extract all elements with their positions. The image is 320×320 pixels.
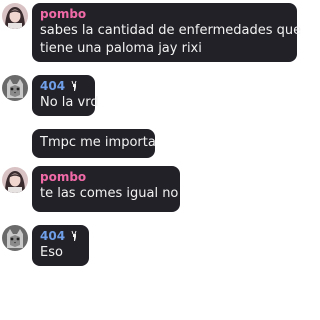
message-text: No la vrd	[40, 95, 99, 110]
cat-avatar-icon	[2, 75, 28, 101]
404-avatar[interactable]	[2, 225, 28, 251]
message-bubble[interactable]: Tmpc me importa	[32, 129, 156, 158]
pombo-avatar[interactable]	[2, 167, 28, 193]
username-404[interactable]: 404	[40, 78, 86, 94]
girl-avatar-icon	[2, 3, 28, 29]
message-text: tiene una paloma jay rixi	[40, 41, 202, 56]
message-text: Eso	[40, 245, 63, 260]
username-text: 404	[40, 229, 66, 243]
cat-avatar-icon	[2, 225, 28, 251]
message-bubble[interactable]: 404 No la vrd	[32, 75, 99, 116]
pombo-avatar[interactable]	[2, 3, 28, 29]
message-text: te las comes igual no	[40, 186, 179, 201]
username-404[interactable]: 404	[40, 228, 80, 244]
deer-badge-icon	[70, 230, 79, 242]
deer-badge-icon	[70, 80, 79, 92]
message-text: Tmpc me importa	[40, 135, 156, 150]
message-bubble[interactable]: pombo sabes la cantidad de enfermedades …	[32, 3, 302, 62]
404-avatar[interactable]	[2, 75, 28, 101]
message-bubble[interactable]: 404 Eso	[32, 225, 89, 266]
girl-avatar-icon	[2, 167, 28, 193]
message-bubble[interactable]: pombo te las comes igual no	[32, 166, 180, 212]
username-text: 404	[40, 79, 66, 93]
message-text: sabes la cantidad de enfermedades que	[40, 23, 302, 38]
username-pombo[interactable]: pombo	[40, 169, 171, 185]
username-pombo[interactable]: pombo	[40, 6, 288, 22]
chat-log: pombo sabes la cantidad de enfermedades …	[0, 0, 301, 320]
